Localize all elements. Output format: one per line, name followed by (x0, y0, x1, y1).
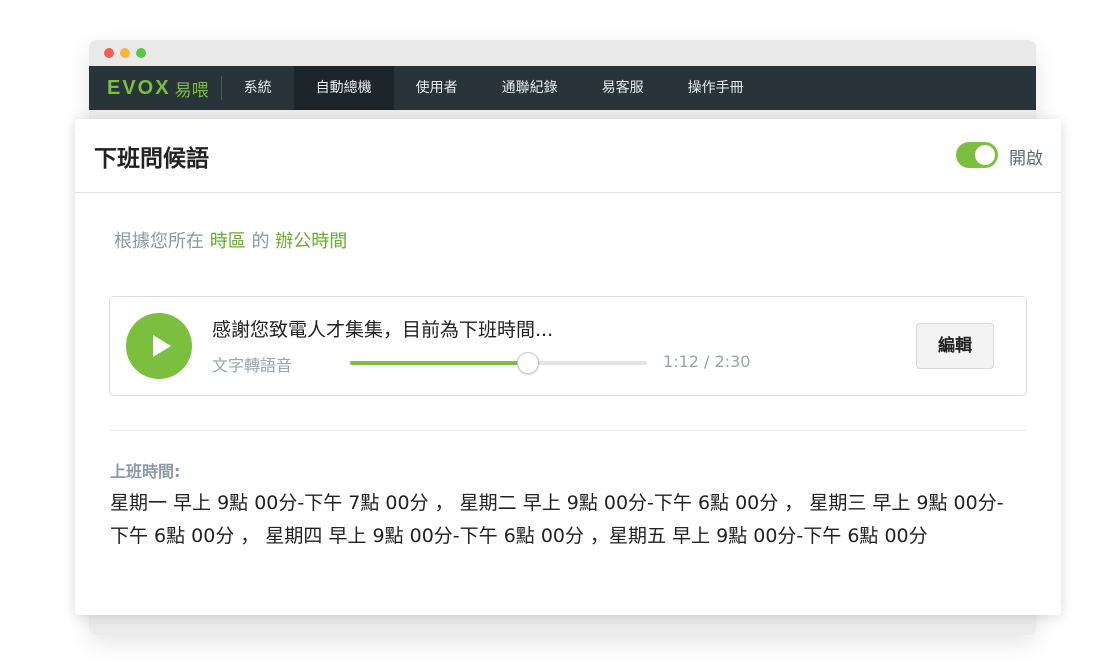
progress-thumb[interactable] (517, 352, 540, 374)
evox-logo[interactable]: EVOX 易喂 (107, 76, 222, 101)
nav-item-auto-attendant[interactable]: 自動總機 (293, 66, 394, 110)
logo-text-zh: 易喂 (174, 80, 209, 101)
nav-item-manual[interactable]: 操作手冊 (666, 66, 766, 110)
playback-time: 1:12 / 2:30 (663, 352, 751, 371)
window-titlebar (89, 40, 1036, 66)
nav-item-call-logs[interactable]: 通聯紀錄 (480, 66, 580, 110)
office-hours-label: 上班時間: (110, 462, 181, 481)
nav-item-system[interactable]: 系統 (222, 66, 294, 110)
toggle-knob (975, 145, 995, 165)
card-header: 下班問候語 開啟 (75, 119, 1061, 193)
progress-slider[interactable] (350, 352, 647, 374)
top-navbar: EVOX 易喂 系統 自動總機 使用者 通聯紀錄 易客服 操作手冊 (89, 66, 1036, 110)
toggle-label: 開啟 (1009, 149, 1043, 169)
minimize-window-icon[interactable] (120, 48, 130, 58)
card-title: 下班問候語 (94, 146, 209, 172)
edit-button[interactable]: 編輯 (916, 323, 994, 369)
section-divider (109, 430, 1027, 431)
office-hours-link[interactable]: 辦公時間 (275, 231, 347, 252)
nav-item-users[interactable]: 使用者 (394, 66, 480, 110)
office-hours-text: 星期一 早上 9點 00分-下午 7點 00分 ， 星期二 早上 9點 00分-… (110, 492, 1004, 547)
play-icon (153, 335, 171, 357)
greeting-message: 感謝您致電人才集集，目前為下班時間... (212, 319, 554, 341)
after-hours-greeting-card: 下班問候語 開啟 根據您所在 時區 的 辦公時間 感謝您致電人才集集，目前為下班… (75, 119, 1061, 615)
play-button[interactable] (126, 313, 192, 379)
timezone-link[interactable]: 時區 (210, 231, 246, 252)
subtitle-prefix: 根據您所在 (114, 231, 204, 252)
nav-item-customer-service[interactable]: 易客服 (580, 66, 666, 110)
tts-label: 文字轉語音 (212, 356, 293, 375)
maximize-window-icon[interactable] (136, 48, 146, 58)
logo-text-en: EVOX (107, 76, 171, 99)
close-window-icon[interactable] (104, 48, 114, 58)
audio-player: 感謝您致電人才集集，目前為下班時間... 文字轉語音 1:12 / 2:30 編… (109, 296, 1027, 396)
schedule-basis-text: 根據您所在 時區 的 辦公時間 (114, 227, 347, 253)
enable-toggle[interactable] (956, 142, 998, 168)
subtitle-middle: 的 (251, 231, 270, 252)
progress-fill (350, 361, 529, 365)
